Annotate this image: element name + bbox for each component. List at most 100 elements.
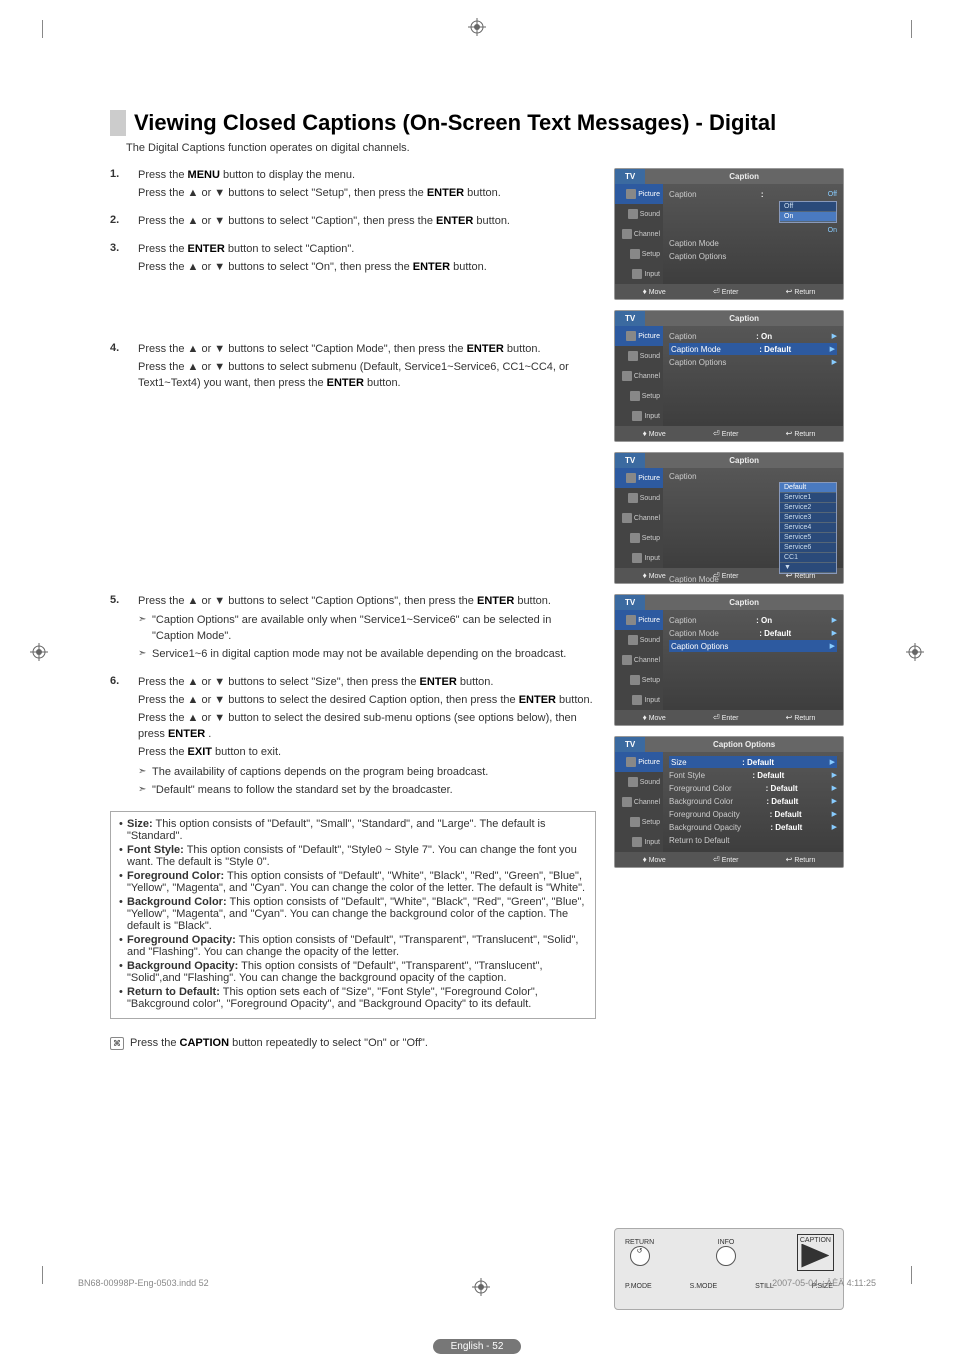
step-line: Press the ▲ or ▼ buttons to select "Setu… (138, 186, 596, 202)
osd-main: Size: Default▶Font Style: Default▶Foregr… (663, 752, 843, 852)
step-number: 4. (110, 342, 128, 394)
osd-dropdown-item[interactable]: Service4 (780, 523, 836, 533)
osd-move-hint: ♦Move (643, 571, 666, 580)
osd-tv-label: TV (615, 737, 645, 752)
osd-dropdown-item[interactable]: Service5 (780, 533, 836, 543)
osd-row[interactable]: Caption : On ▶ (669, 330, 837, 342)
osd-dropdown[interactable]: DefaultService1Service2Service3Service4S… (779, 482, 837, 574)
osd-side-item[interactable]: Setup (615, 670, 663, 690)
osd-row[interactable]: Font Style: Default▶ (669, 769, 837, 781)
remote-return-button[interactable]: RETURN↺ (625, 1239, 654, 1266)
osd-side-item[interactable]: Sound (615, 630, 663, 650)
osd-side-item[interactable]: Picture (615, 610, 663, 630)
return-icon: ↺ (630, 1246, 650, 1266)
osd-side-item[interactable]: Input (615, 832, 663, 852)
osd-row[interactable]: Caption Mode: Default▶ (669, 627, 837, 639)
step-body: Press the ENTER button to select "Captio… (138, 242, 596, 278)
osd-side-item[interactable]: Channel (615, 792, 663, 812)
osd-side-item[interactable]: Channel (615, 366, 663, 386)
osd-side-item[interactable]: Setup (615, 386, 663, 406)
osd-row-label: Size (671, 758, 687, 767)
arrow-icon: ▶ (832, 332, 837, 340)
osd-side-item[interactable]: Input (615, 264, 663, 284)
osd-dropdown-item[interactable]: Default (780, 483, 836, 493)
osd-side-item[interactable]: Input (615, 690, 663, 710)
osd-row[interactable]: Background Opacity: Default▶ (669, 821, 837, 833)
osd-row[interactable]: Size: Default▶ (669, 756, 837, 768)
osd-side-item[interactable]: Input (615, 406, 663, 426)
option-label: Size: (127, 818, 153, 830)
registration-mark-icon (906, 643, 924, 661)
osd-side-item[interactable]: Sound (615, 488, 663, 508)
osd-row-label: Caption Mode (669, 629, 719, 638)
osd-side-item[interactable]: Channel (615, 224, 663, 244)
osd-dropdown-item[interactable]: Service6 (780, 543, 836, 553)
osd-side-item[interactable]: Picture (615, 326, 663, 346)
osd-dropdown-item[interactable]: On (780, 212, 836, 222)
osd-side-item[interactable]: Picture (615, 752, 663, 772)
osd-row-label: Caption Mode (671, 345, 721, 354)
osd-row-value: : On (756, 332, 772, 341)
osd-side-item[interactable]: Picture (615, 468, 663, 488)
osd-header: TVCaption (615, 595, 843, 610)
remote-info-button[interactable]: INFO (716, 1239, 736, 1266)
remote-caption-button[interactable]: CAPTION (798, 1235, 833, 1270)
step: 6.Press the ▲ or ▼ buttons to select "Si… (110, 675, 596, 801)
osd-side-item[interactable]: Channel (615, 508, 663, 528)
osd-row[interactable]: Foreground Opacity: Default▶ (669, 808, 837, 820)
osd-row[interactable]: Caption Options▶ (669, 640, 837, 652)
osd-enter-hint: ⏎Enter (713, 713, 738, 722)
osd-dropdown-item[interactable]: Service3 (780, 513, 836, 523)
osd-side-item[interactable]: Sound (615, 346, 663, 366)
osd-side-item[interactable]: Setup (615, 812, 663, 832)
osd-row[interactable]: Background Color: Default▶ (669, 795, 837, 807)
osd-side-icon (630, 391, 640, 401)
osd-row-label: Background Opacity (669, 823, 741, 832)
osd-title: Caption Options (645, 737, 843, 752)
osd-row-label: Background Color (669, 797, 733, 806)
step: 5.Press the ▲ or ▼ buttons to select "Ca… (110, 594, 596, 666)
osd-row[interactable]: Caption Options▶ (669, 356, 837, 368)
osd-dropdown-item[interactable]: CC1 (780, 553, 836, 563)
arrow-icon: ▶ (832, 771, 837, 779)
osd-side-item[interactable]: Picture (615, 184, 663, 204)
option-item: Foreground Color: This option consists o… (119, 870, 587, 894)
osd-footer: ♦Move⏎Enter↩Return (615, 426, 843, 441)
osd-row-label: Caption (669, 472, 697, 481)
osd-main: Caption : On ▶ Caption Mode: Default▶Captio… (663, 326, 843, 426)
osd-row-label: Caption (669, 190, 697, 199)
osd-side-item[interactable]: Sound (615, 204, 663, 224)
page-title: Viewing Closed Captions (On-Screen Text … (110, 110, 844, 136)
osd-dropdown[interactable]: OffOn (779, 201, 837, 223)
osd-main: CaptionDefaultService1Service2Service3Se… (663, 468, 843, 568)
osd-row[interactable]: Caption Options (669, 250, 837, 262)
remote-tip-text: Press the CAPTION button repeatedly to s… (130, 1037, 428, 1049)
step-body: Press the ▲ or ▼ buttons to select "Capt… (138, 342, 596, 394)
osd-dropdown-item[interactable]: Service2 (780, 503, 836, 513)
osd-dropdown-item[interactable]: Service1 (780, 493, 836, 503)
left-column: 1.Press the MENU button to display the m… (110, 168, 596, 1310)
step-number: 6. (110, 675, 128, 801)
osd-row-label: Caption (669, 332, 697, 341)
osd-side-item[interactable]: Sound (615, 772, 663, 792)
osd-side-item[interactable]: Setup (615, 244, 663, 264)
osd-row[interactable]: Return to Default (669, 834, 837, 846)
osd-side-item[interactable]: Setup (615, 528, 663, 548)
osd-row[interactable]: Caption Mode: Default▶ (669, 343, 837, 355)
osd-side-item[interactable]: Channel (615, 650, 663, 670)
registration-mark-icon (472, 1278, 490, 1296)
option-label: Return to Default: (127, 986, 220, 998)
osd-side-item[interactable]: Input (615, 548, 663, 568)
option-label: Background Opacity: (127, 960, 238, 972)
osd-row[interactable]: Caption:Off (669, 188, 837, 200)
right-column: TVCaptionPictureSoundChannelSetupInputCa… (614, 168, 844, 1310)
footer-timestamp: 2007-05-04 ¿ÀÈÄ 4:11:25 (772, 1278, 876, 1296)
osd-row[interactable]: Foreground Color: Default▶ (669, 782, 837, 794)
osd-row[interactable]: On (669, 224, 837, 236)
osd-dropdown-item[interactable]: Off (780, 202, 836, 212)
osd-side-icon (630, 675, 640, 685)
osd-row[interactable]: Caption (669, 472, 837, 481)
osd-row[interactable]: Caption: On▶ (669, 614, 837, 626)
osd-footer: ♦Move⏎Enter↩Return (615, 284, 843, 299)
osd-row[interactable]: Caption Mode (669, 237, 837, 249)
